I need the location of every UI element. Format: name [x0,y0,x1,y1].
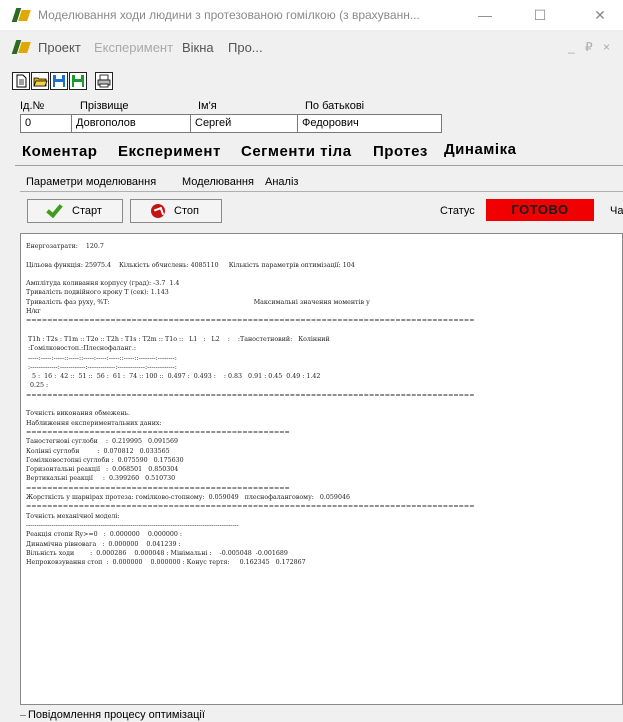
status-badge: ГОТОВО [486,199,594,221]
new-document-icon[interactable] [12,72,30,90]
mdi-restore-button[interactable]: ₽ [585,40,593,54]
tab-prosthesis[interactable]: Протез [373,143,428,160]
window-title: Моделювання ходи людини з протезованою г… [38,8,420,22]
save-disk-icon[interactable] [50,72,68,90]
main-tabs-divider [15,165,623,166]
start-button-label: Старт [72,205,102,217]
subtab-analysis[interactable]: Аналіз [265,176,298,188]
mdi-minimize-button[interactable]: _ [568,40,575,54]
surname-field[interactable]: Довгополов [71,114,191,133]
optimization-log-panel[interactable]: Енергозатрати: 120.7 Цільова функція: 25… [20,233,623,705]
patronymic-label: По батькові [305,100,365,112]
tab-comment[interactable]: Коментар [22,143,97,160]
mdi-close-button[interactable]: × [603,40,610,54]
checkmark-icon [46,200,63,219]
menu-project[interactable]: Проект [38,40,81,55]
print-icon[interactable] [95,72,113,90]
optimization-messages-label: Повідомлення процесу оптимізації [28,709,205,721]
menu-bar: Проект Експеримент Вікна Про... _ ₽ × [0,30,623,64]
stop-button[interactable]: Стоп [130,199,222,223]
tab-experiment[interactable]: Експеримент [118,143,221,160]
tab-body-segments[interactable]: Сегменти тіла [241,143,352,160]
subtab-simulation[interactable]: Моделювання [182,176,254,188]
close-button[interactable]: ✕ [585,4,615,26]
optimization-messages-panel: Повідомлення процесу оптимізації [20,705,623,722]
start-button[interactable]: Старт [27,199,123,223]
extra-label: Ча [610,205,623,217]
name-label: Ім'я [198,100,217,112]
open-folder-icon[interactable] [31,72,49,90]
title-bar: Моделювання ходи людини з протезованою г… [0,0,623,30]
patronymic-field[interactable]: Федорович [297,114,442,133]
save-as-disk-icon[interactable] [69,72,87,90]
minimize-button[interactable]: — [470,4,500,26]
tab-dynamics[interactable]: Динаміка [444,141,516,158]
name-field[interactable]: Сергей [190,114,298,133]
menu-experiment[interactable]: Експеримент [94,40,173,55]
groupbox-border [20,715,26,716]
maximize-button[interactable]: ☐ [525,4,555,26]
menu-windows[interactable]: Вікна [182,40,214,55]
id-field[interactable]: 0 [20,114,72,133]
stop-icon [151,204,165,218]
app-logo-icon [11,7,31,23]
subtab-simulation-parameters[interactable]: Параметри моделювання [26,176,156,188]
surname-label: Прізвище [80,100,129,112]
stop-button-label: Стоп [174,205,199,217]
app-menu-icon[interactable] [11,39,31,55]
id-label: Ід.№ [20,100,45,112]
sub-tabs-divider [20,191,623,192]
toolbar [0,64,623,94]
menu-about[interactable]: Про... [228,40,263,55]
optimization-log-text: Енергозатрати: 120.7 Цільова функція: 25… [26,243,475,567]
status-label: Статус [440,205,475,217]
